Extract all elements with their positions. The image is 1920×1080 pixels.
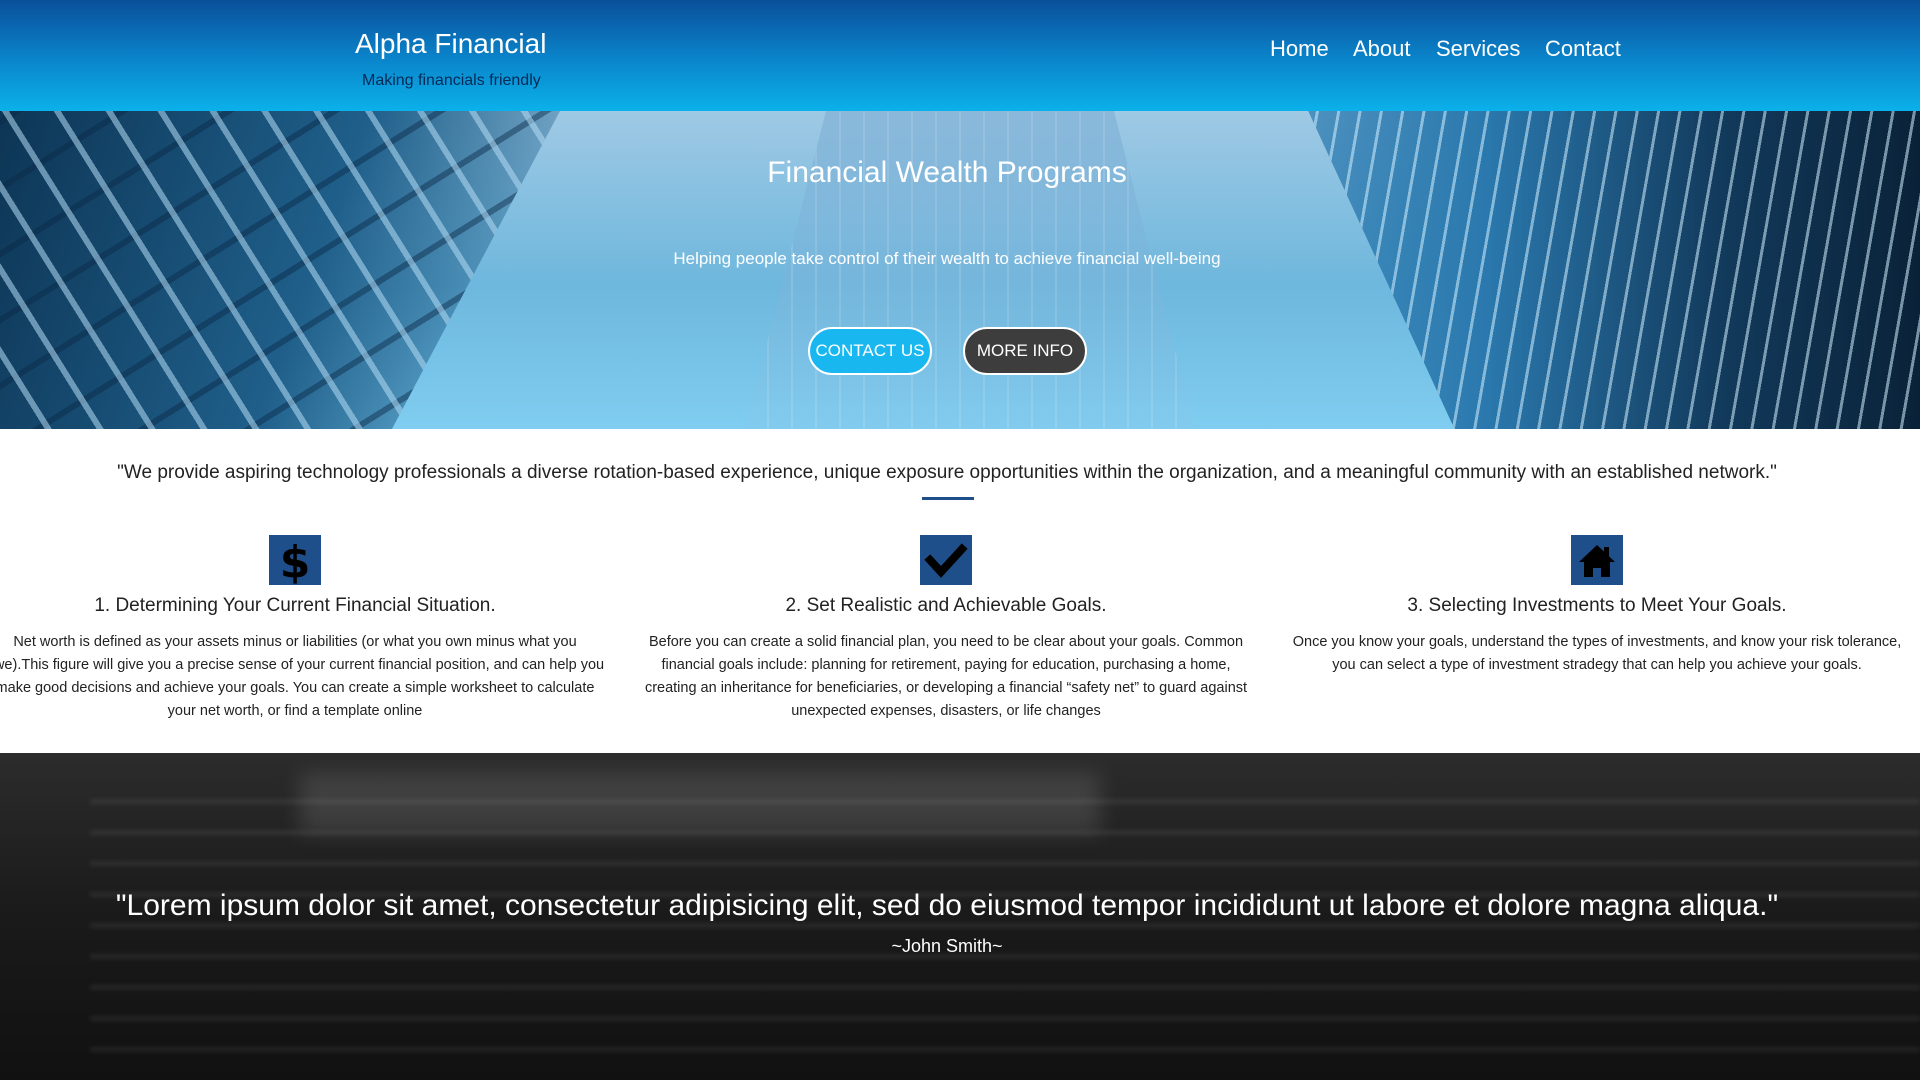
- mission-statement: "We provide aspiring technology professi…: [117, 462, 1777, 483]
- step-title: 2. Set Realistic and Achievable Goals.: [785, 595, 1107, 616]
- nav-link-services[interactable]: Services: [1436, 36, 1520, 62]
- testimonial-quote: "Lorem ipsum dolor sit amet, consectetur…: [115, 889, 1779, 922]
- site-header: Alpha Financial Making financials friend…: [0, 0, 1920, 111]
- home-icon: [1571, 535, 1623, 585]
- contact-us-button[interactable]: CONTACT US: [808, 327, 932, 375]
- step-description: Once you know your goals, understand the…: [1292, 634, 1902, 673]
- step-description: Before you can create a solid financial …: [644, 634, 1248, 719]
- nav-link-home[interactable]: Home: [1270, 36, 1329, 62]
- dollar-icon: $: [269, 535, 321, 585]
- step-card-1: $ 1. Determining Your Current Financial …: [0, 535, 605, 723]
- nav-link-contact[interactable]: Contact: [1545, 36, 1621, 62]
- hero-title: Financial Wealth Programs: [767, 156, 1127, 189]
- step-title: 3. Selecting Investments to Meet Your Go…: [1407, 595, 1787, 616]
- section-divider: [922, 497, 974, 500]
- nav-link-about[interactable]: About: [1353, 36, 1411, 62]
- step-title: 1. Determining Your Current Financial Si…: [94, 595, 496, 616]
- main-nav: Home About Services Contact: [0, 36, 1920, 66]
- hero-section: Financial Wealth Programs Helping people…: [0, 111, 1920, 429]
- intro-section: "We provide aspiring technology professi…: [0, 429, 1920, 753]
- svg-text:$: $: [280, 537, 311, 585]
- step-description: Net worth is defined as your assets minu…: [0, 634, 605, 719]
- brand-tagline: Making financials friendly: [362, 72, 541, 89]
- background-screen-rows: [90, 773, 1920, 1073]
- step-card-3: 3. Selecting Investments to Meet Your Go…: [1287, 535, 1907, 677]
- step-card-2: 2. Set Realistic and Achievable Goals. B…: [636, 535, 1256, 723]
- checkmark-icon: [920, 535, 972, 585]
- hero-subtitle: Helping people take control of their wea…: [673, 249, 1221, 268]
- testimonial-section: "Lorem ipsum dolor sit amet, consectetur…: [0, 753, 1920, 1080]
- more-info-button[interactable]: MORE INFO: [963, 327, 1087, 375]
- testimonial-author: ~John Smith~: [891, 936, 1003, 956]
